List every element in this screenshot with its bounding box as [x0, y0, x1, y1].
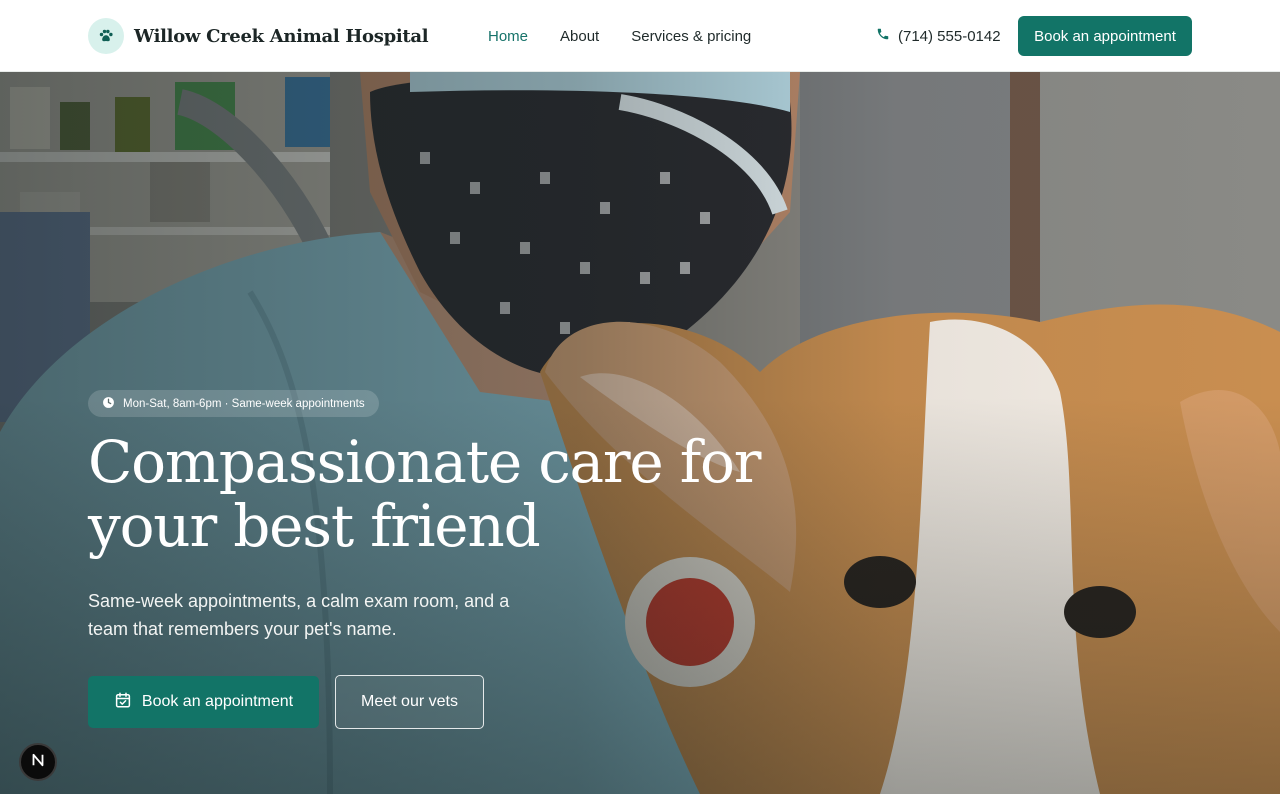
site-header: Willow Creek Animal Hospital Home About … [0, 0, 1280, 72]
clock-icon [102, 396, 115, 412]
hero-book-appointment-button[interactable]: Book an appointment [88, 676, 319, 728]
header-book-appointment-button[interactable]: Book an appointment [1018, 16, 1192, 56]
paw-icon [88, 18, 124, 54]
next-logo-icon [29, 751, 47, 774]
brand-name: Willow Creek Animal Hospital [134, 25, 429, 47]
phone-link[interactable]: (714) 555-0142 [876, 0, 1001, 72]
hero-section: Mon-Sat, 8am-6pm · Same-week appointment… [0, 72, 1280, 794]
phone-icon [876, 27, 890, 45]
main-nav: Home About Services & pricing [488, 0, 751, 72]
brand-logo[interactable]: Willow Creek Animal Hospital [88, 18, 429, 54]
hero-title: Compassionate care for your best friend [88, 428, 761, 560]
calendar-check-icon [114, 691, 132, 714]
nav-home[interactable]: Home [488, 28, 528, 45]
hero-subtitle: Same-week appointments, a calm exam room… [88, 591, 510, 639]
meet-our-vets-button[interactable]: Meet our vets [335, 675, 484, 729]
nav-about[interactable]: About [560, 28, 599, 45]
nav-services-pricing[interactable]: Services & pricing [631, 28, 751, 45]
hours-badge: Mon-Sat, 8am-6pm · Same-week appointment… [88, 390, 379, 417]
phone-number: (714) 555-0142 [898, 27, 1001, 45]
dev-indicator-button[interactable] [19, 743, 57, 781]
hours-badge-text: Mon-Sat, 8am-6pm · Same-week appointment… [123, 397, 365, 410]
page-bottom-strip [0, 794, 1280, 800]
hero-book-appointment-label: Book an appointment [141, 693, 294, 710]
